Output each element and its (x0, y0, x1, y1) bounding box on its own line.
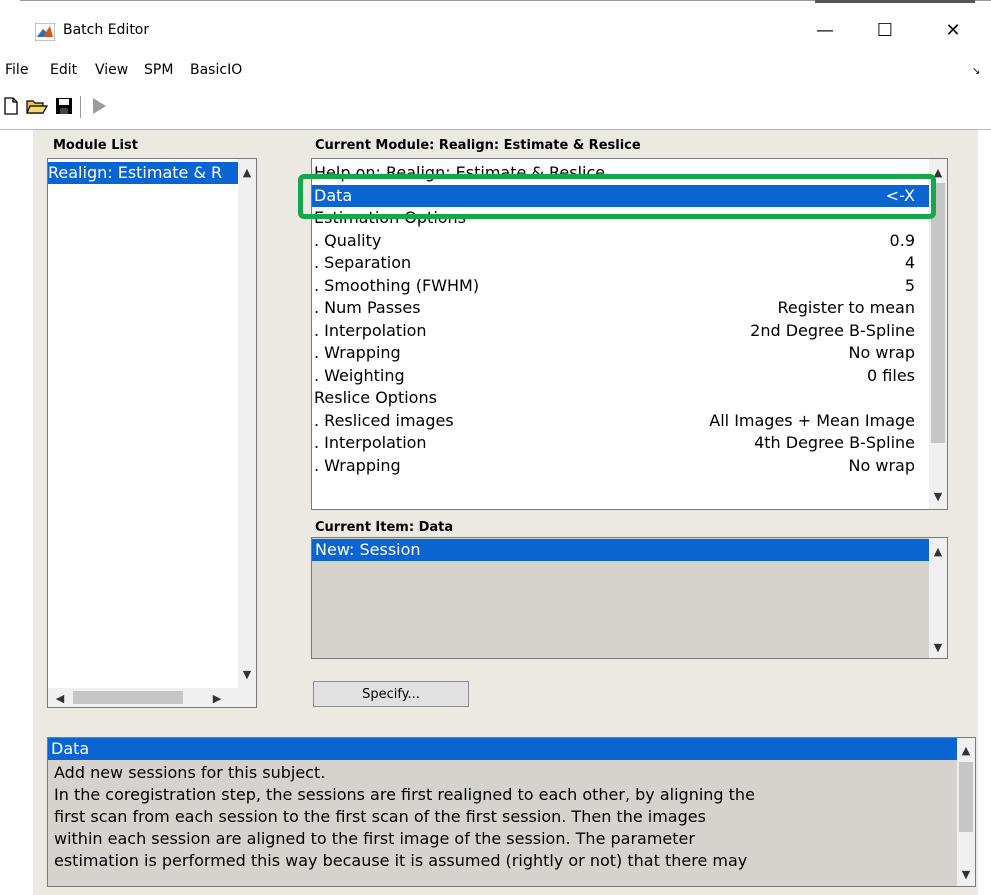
row-value: 0 files (867, 365, 915, 385)
vscroll-thumb[interactable] (959, 762, 973, 832)
scroll-down-icon[interactable]: ▼ (238, 665, 256, 683)
open-folder-icon[interactable] (26, 94, 48, 118)
scroll-down-icon[interactable]: ▼ (929, 487, 947, 505)
row-value: All Images + Mean Image (709, 410, 915, 430)
help-line: within each session are aligned to the f… (54, 829, 695, 848)
row-label: . Smoothing (FWHM) (314, 275, 480, 295)
help-line: Add new sessions for this subject. (54, 763, 326, 782)
new-file-icon[interactable] (0, 94, 22, 118)
help-line: estimation is performed this way because… (54, 851, 748, 870)
matlab-logo-icon (34, 22, 56, 42)
current-module-row[interactable]: . Wrapping No wrap (312, 342, 929, 364)
row-value: 4 (904, 253, 915, 272)
row-label: . Interpolation (314, 320, 427, 340)
row-label: . Num Passes (314, 298, 421, 317)
module-list[interactable]: Realign: Estimate & R ▲ ▼ ◀ ▶ (47, 158, 257, 708)
help-text-box[interactable]: Data Add new sessions for this subject. … (47, 737, 976, 887)
row-label: . Wrapping (314, 343, 401, 362)
close-button[interactable]: ✕ (928, 14, 978, 46)
hscroll-thumb[interactable] (73, 691, 183, 704)
row-label: . Resliced images (314, 410, 454, 430)
scroll-up-icon[interactable]: ▲ (929, 542, 947, 560)
row-value: 5 (904, 275, 915, 295)
row-value: 2nd Degree B-Spline (750, 320, 915, 340)
current-item-header: Current Item: Data (315, 520, 454, 535)
toolbar (0, 94, 991, 124)
save-icon[interactable] (53, 94, 75, 118)
row-value: 0.9 (889, 230, 915, 250)
row-label: . Interpolation (314, 433, 427, 452)
annotation-highlight-box (298, 174, 936, 219)
window-title: Batch Editor (63, 22, 150, 38)
current-module-row[interactable]: . Separation 4 (312, 252, 929, 274)
scroll-down-icon[interactable]: ▼ (957, 865, 975, 883)
minimize-button[interactable]: — (800, 14, 850, 46)
current-item-vscrollbar[interactable]: ▲ ▼ (929, 538, 947, 658)
help-line: In the coregistration step, the sessions… (54, 785, 755, 804)
current-module-row[interactable]: . Resliced images All Images + Mean Image (312, 410, 929, 432)
specify-button[interactable]: Specify... (313, 681, 469, 707)
menu-bar: File Edit View SPM BasicIO (0, 62, 991, 86)
help-title: Data (48, 738, 960, 760)
menu-edit[interactable]: Edit (50, 62, 77, 78)
current-module-row[interactable]: . Weighting 0 files (312, 365, 929, 387)
current-item-entry[interactable]: New: Session (312, 539, 932, 561)
row-value: No wrap (848, 343, 915, 362)
scroll-right-icon[interactable]: ▶ (208, 689, 226, 707)
row-label: . Separation (314, 253, 412, 272)
row-label: Reslice Options (314, 388, 437, 407)
row-label: . Quality (314, 230, 382, 250)
scroll-down-icon[interactable]: ▼ (929, 638, 947, 656)
help-vscrollbar[interactable]: ▲ ▼ (957, 738, 975, 886)
current-item-list[interactable]: New: Session ▲ ▼ (311, 537, 948, 659)
current-module-row[interactable]: . Interpolation 2nd Degree B-Spline (312, 320, 929, 342)
row-label: . Weighting (314, 365, 405, 385)
scroll-up-icon[interactable]: ▲ (238, 163, 256, 181)
menu-basicio[interactable]: BasicIO (190, 62, 242, 78)
maximize-button[interactable]: ☐ (860, 14, 910, 46)
module-list-hscrollbar[interactable]: ◀ ▶ (48, 688, 256, 707)
vscroll-thumb[interactable] (931, 183, 945, 443)
current-module-row[interactable]: . Wrapping No wrap (312, 455, 929, 477)
menu-spm[interactable]: SPM (144, 62, 173, 78)
run-icon[interactable] (88, 94, 110, 118)
scroll-left-icon[interactable]: ◀ (51, 689, 69, 707)
row-value: 4th Degree B-Spline (754, 433, 915, 452)
module-list-header: Module List (53, 138, 138, 153)
current-module-row[interactable]: Reslice Options (312, 387, 929, 409)
current-module-row[interactable]: . Smoothing (FWHM) 5 (312, 275, 929, 297)
menu-overflow-arrow-icon[interactable]: ↘ (972, 66, 980, 77)
toolbar-separator (80, 96, 81, 118)
scroll-up-icon[interactable]: ▲ (957, 741, 975, 759)
help-line: first scan from each session to the firs… (54, 807, 706, 826)
menu-file[interactable]: File (5, 62, 28, 78)
menu-view[interactable]: View (95, 62, 128, 78)
module-list-item[interactable]: Realign: Estimate & R (48, 162, 238, 184)
current-module-header: Current Module: Realign: Estimate & Resl… (315, 138, 641, 153)
module-list-vscrollbar[interactable]: ▲ ▼ (238, 159, 256, 689)
row-label: . Wrapping (314, 455, 401, 475)
window-top-shadow (815, 0, 975, 3)
row-value: Register to mean (777, 298, 915, 317)
current-module-row[interactable]: . Quality 0.9 (312, 230, 929, 252)
current-module-row[interactable]: . Interpolation 4th Degree B-Spline (312, 432, 929, 454)
current-module-row[interactable]: . Num Passes Register to mean (312, 297, 929, 319)
row-value: No wrap (848, 455, 915, 475)
